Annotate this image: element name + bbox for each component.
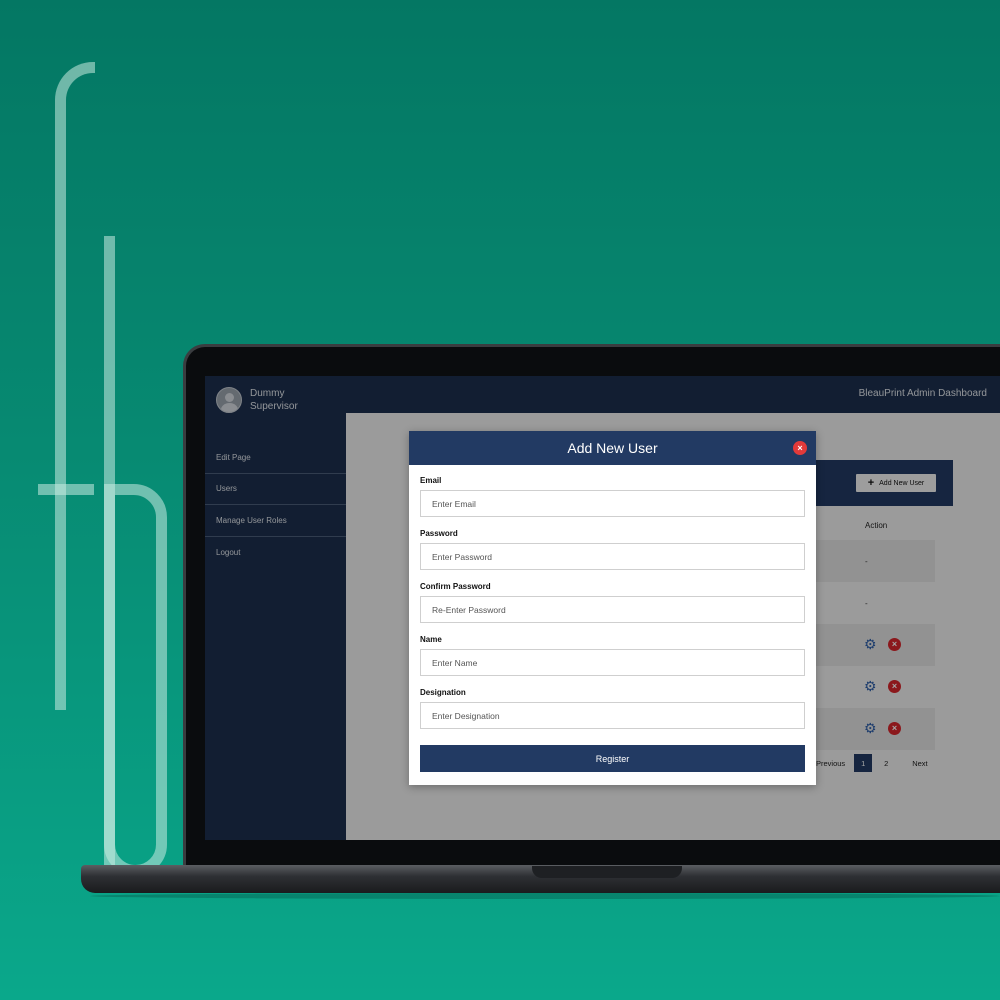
close-icon[interactable]: × (793, 441, 807, 455)
email-field[interactable] (420, 490, 805, 517)
modal-header: Add New User × (409, 431, 816, 465)
designation-field[interactable] (420, 702, 805, 729)
name-label: Name (420, 635, 442, 644)
laptop-shadow (90, 893, 1000, 899)
name-field[interactable] (420, 649, 805, 676)
confirm-password-label: Confirm Password (420, 582, 491, 591)
password-field[interactable] (420, 543, 805, 570)
password-label: Password (420, 529, 458, 538)
modal-title: Add New User (567, 440, 658, 456)
email-label: Email (420, 476, 442, 485)
designation-label: Designation (420, 688, 466, 697)
register-button[interactable]: Register (420, 745, 805, 772)
add-user-form: Email Password Confirm Password Name Des… (409, 465, 816, 772)
logo-b-bowl (104, 484, 167, 876)
logo-f-crossbar (38, 484, 94, 495)
logo-f-stroke (55, 62, 95, 710)
laptop-screen: Dummy Supervisor Edit Page Users Manage … (205, 376, 1000, 840)
confirm-password-field[interactable] (420, 596, 805, 623)
add-user-modal: Add New User × Email Password Confirm Pa… (409, 431, 816, 785)
laptop-notch (532, 866, 682, 878)
